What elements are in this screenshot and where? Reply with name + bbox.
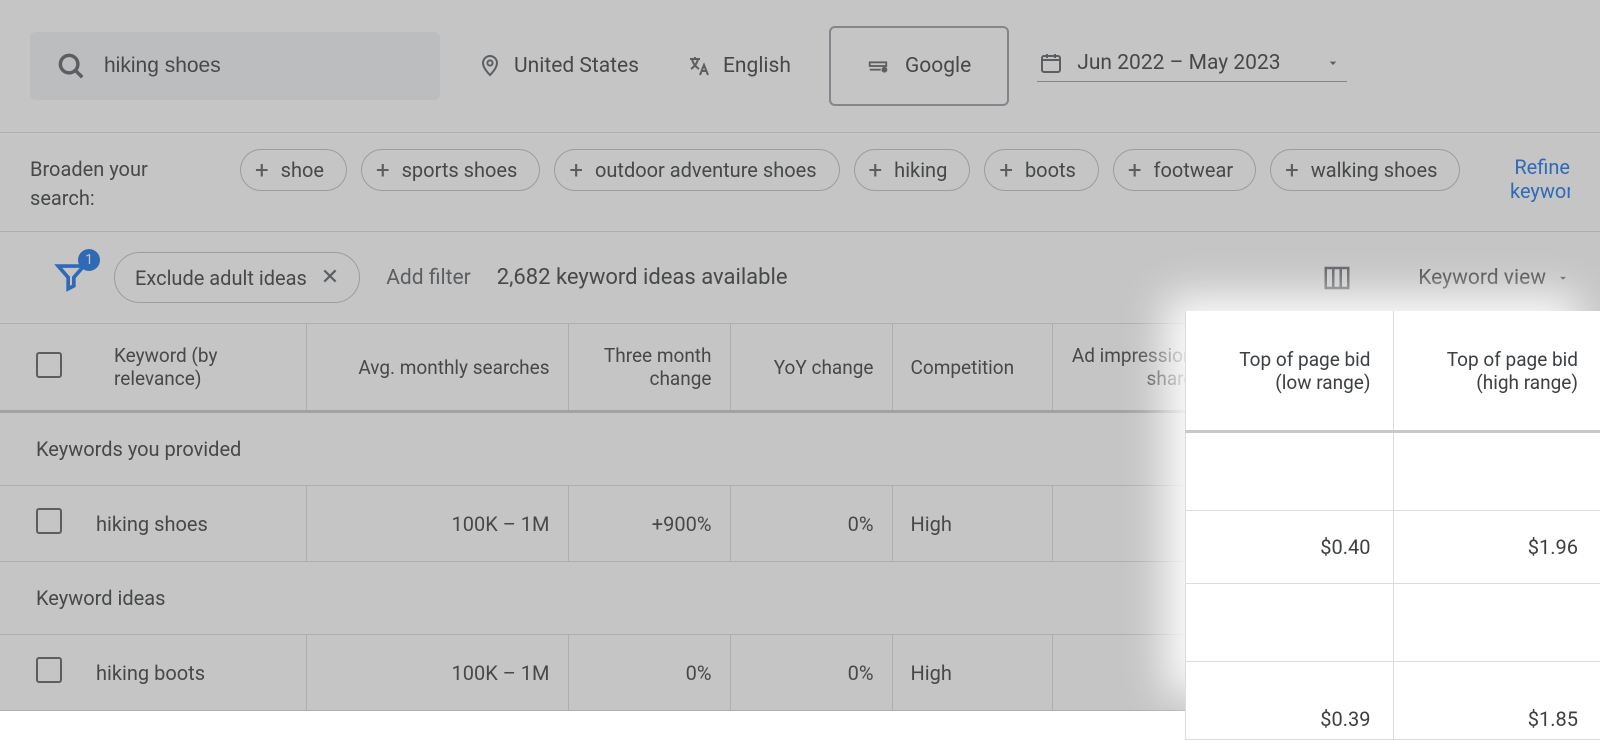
search-box[interactable] (30, 32, 440, 100)
cell-avg: 100K – 1M (306, 635, 568, 711)
col-competition[interactable]: Competition (892, 324, 1052, 412)
plus-icon: + (1285, 158, 1299, 182)
cell-3m: +900% (568, 486, 730, 562)
cell-competition: High (892, 635, 1052, 711)
hl-col-bid-low[interactable]: Top of page bid (low range) (1185, 311, 1393, 430)
cell-yoy: 0% (730, 486, 892, 562)
col-avg[interactable]: Avg. monthly searches (306, 324, 568, 412)
filter-funnel-button[interactable]: 1 (54, 259, 88, 297)
columns-icon[interactable] (1322, 263, 1352, 293)
broaden-chip[interactable]: +shoe (240, 149, 347, 191)
search-input[interactable] (104, 54, 414, 78)
plus-icon: + (255, 158, 269, 182)
plus-icon: + (869, 158, 883, 182)
translate-icon (687, 54, 711, 78)
cell-3m: 0% (568, 635, 730, 711)
search-icon (56, 51, 86, 81)
top-bar: United States English Google Jun 2022 – … (0, 0, 1600, 133)
plus-icon: + (999, 158, 1013, 182)
language-label: English (723, 54, 791, 78)
location-selector[interactable]: United States (468, 32, 649, 100)
broaden-chip[interactable]: +outdoor adventure shoes (554, 149, 839, 191)
hl-bid-high: $1.85 (1393, 662, 1600, 739)
filter-count-badge: 1 (78, 249, 100, 271)
language-selector[interactable]: English (677, 32, 801, 100)
hl-bid-high: $1.96 (1393, 511, 1600, 583)
active-filter-chip[interactable]: Exclude adult ideas ✕ (114, 252, 360, 303)
broaden-chip[interactable]: +hiking (854, 149, 971, 191)
cell-yoy: 0% (730, 635, 892, 711)
col-yoy[interactable]: YoY change (730, 324, 892, 412)
broaden-chip[interactable]: +walking shoes (1270, 149, 1460, 191)
row-checkbox[interactable] (36, 508, 62, 534)
col-three-month[interactable]: Three month change (568, 324, 730, 412)
broaden-chip-list: +shoe +sports shoes +outdoor adventure s… (240, 149, 1470, 191)
broaden-search-row: Broaden your search: +shoe +sports shoes… (0, 133, 1600, 232)
location-label: United States (514, 54, 639, 78)
network-label: Google (905, 54, 971, 78)
broaden-chip[interactable]: +footwear (1113, 149, 1256, 191)
hl-bid-low: $0.40 (1185, 511, 1393, 583)
view-label: Keyword view (1418, 266, 1546, 290)
keyword-view-dropdown[interactable]: Keyword view (1418, 266, 1570, 290)
col-keyword[interactable]: Keyword (by relevance) (96, 324, 306, 412)
plus-icon: + (569, 158, 583, 182)
filter-row: 1 Exclude adult ideas ✕ Add filter 2,682… (0, 232, 1600, 323)
plus-icon: + (376, 158, 390, 182)
results-count: 2,682 keyword ideas available (497, 265, 788, 290)
calendar-icon (1039, 51, 1063, 75)
plus-icon: + (1128, 158, 1142, 182)
cell-keyword[interactable]: hiking shoes (96, 486, 306, 562)
broaden-chip[interactable]: +sports shoes (361, 149, 540, 191)
network-icon (867, 55, 889, 77)
date-range-label: Jun 2022 – May 2023 (1077, 51, 1280, 75)
chevron-down-icon (1556, 271, 1570, 285)
bid-highlight-panel: Top of page bid (low range) Top of page … (1185, 311, 1600, 711)
cell-avg: 100K – 1M (306, 486, 568, 562)
row-checkbox[interactable] (36, 657, 62, 683)
refine-keywords-link[interactable]: Refine keywords (1510, 149, 1570, 203)
close-icon[interactable]: ✕ (321, 265, 339, 290)
hl-col-bid-high[interactable]: Top of page bid (high range) (1393, 311, 1600, 430)
select-all-checkbox[interactable] (36, 352, 62, 378)
cell-keyword[interactable]: hiking boots (96, 635, 306, 711)
hl-bid-low: $0.39 (1185, 662, 1393, 739)
chevron-down-icon (1325, 55, 1341, 71)
network-selector[interactable]: Google (829, 26, 1009, 106)
cell-competition: High (892, 486, 1052, 562)
pin-icon (478, 54, 502, 78)
broaden-label: Broaden your search: (30, 149, 200, 213)
date-range-selector[interactable]: Jun 2022 – May 2023 (1037, 51, 1346, 82)
broaden-chip[interactable]: +boots (984, 149, 1099, 191)
filter-chip-label: Exclude adult ideas (135, 266, 307, 290)
add-filter-button[interactable]: Add filter (386, 266, 470, 290)
